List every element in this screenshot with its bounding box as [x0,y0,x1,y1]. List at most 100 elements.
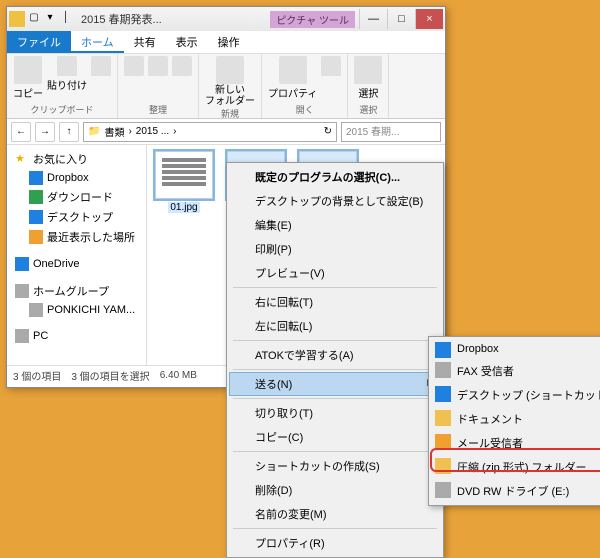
ctx-rotate-left[interactable]: 左に回転(L) [229,314,441,338]
nav-recent[interactable]: 最近表示した場所 [11,227,142,247]
nav-dropbox[interactable]: Dropbox [11,169,142,187]
status-selection: 3 個の項目を選択 [71,368,149,383]
separator [233,340,437,341]
breadcrumb[interactable]: 📁 書類 › 2015 ... › ↻ [83,122,337,142]
separator [233,528,437,529]
ribbon-tabs: ファイル ホーム 共有 表示 操作 [7,31,445,53]
move-button[interactable] [124,56,144,76]
nav-homegroup[interactable]: ホームグループ [11,281,142,301]
sendto-zip[interactable]: 圧縮 (zip 形式) フォルダー [431,455,600,479]
refresh-button[interactable]: ↻ [324,126,332,137]
user-icon [29,303,43,317]
file-item[interactable]: 01.jpg [153,151,215,213]
desktop-icon [29,210,43,224]
sendto-documents[interactable]: ドキュメント [431,407,600,431]
ribbon-group-organize: 整理 [118,54,199,118]
tab-view[interactable]: 表示 [166,31,208,53]
thumbnail-icon [155,151,213,199]
ctx-preview[interactable]: プレビュー(V) [229,261,441,285]
nav-fwd-button[interactable]: → [35,122,55,142]
ribbon-group-open: プロパティ 開く [262,54,348,118]
send-to-submenu: Dropbox FAX 受信者 デスクトップ (ショートカットを作成) ドキュメ… [428,336,600,506]
nav-onedrive[interactable]: OneDrive [11,255,142,273]
status-count: 3 個の項目 [13,368,61,383]
ctx-open-with[interactable]: 既定のプログラムの選択(C)... [229,165,441,189]
context-menu: 既定のプログラムの選択(C)... デスクトップの背景として設定(B) 編集(E… [226,162,444,558]
window-controls: — □ × [359,9,443,29]
paste-button[interactable]: 貼り付け [47,56,87,92]
contextual-tool-label: ピクチャ ツール [270,11,355,28]
separator [233,369,437,370]
documents-icon [435,410,451,426]
window-title: 2015 春期発表... [81,11,270,27]
nav-back-button[interactable]: ← [11,122,31,142]
ctx-rotate-right[interactable]: 右に回転(T) [229,290,441,314]
tab-manage[interactable]: 操作 [208,31,250,53]
sendto-mail[interactable]: メール受信者 [431,431,600,455]
download-icon [29,190,43,204]
nav-desktop[interactable]: デスクトップ [11,207,142,227]
ctx-send-to[interactable]: 送る(N)▶ [229,372,441,396]
separator [233,287,437,288]
ribbon-group-new: 新しい フォルダー 新規 [199,54,262,118]
properties-button[interactable]: プロパティ [268,56,317,100]
tab-file[interactable]: ファイル [7,31,71,53]
ctx-rename[interactable]: 名前の変更(M) [229,502,441,526]
ctx-edit[interactable]: 編集(E) [229,213,441,237]
tab-share[interactable]: 共有 [124,31,166,53]
ctx-shortcut[interactable]: ショートカットの作成(S) [229,454,441,478]
status-size: 6.40 MB [160,370,197,381]
cloud-icon [15,257,29,271]
folder-icon: 📁 [88,126,100,137]
nav-homegroup-user[interactable]: PONKICHI YAM... [11,301,142,319]
nav-downloads[interactable]: ダウンロード [11,187,142,207]
mail-icon [435,434,451,450]
sendto-fax[interactable]: FAX 受信者 [431,359,600,383]
quick-access-toolbar: ▢ ▾ │ [27,12,73,26]
ctx-atok[interactable]: ATOKで学習する(A) [229,343,441,367]
tab-home[interactable]: ホーム [71,31,124,53]
ctx-cut[interactable]: 切り取り(T) [229,401,441,425]
ribbon: コピー 貼り付け クリップボード 整理 新しい フォルダー 新規 プロパティ [7,53,445,119]
star-icon: ★ [15,152,29,166]
desktop-icon [435,386,451,402]
sendto-dvd[interactable]: DVD RW ドライブ (E:) [431,479,600,503]
breadcrumb-seg[interactable]: 2015 ... [136,126,169,137]
new-folder-button[interactable]: 新しい フォルダー [205,56,255,107]
qat-btn[interactable]: │ [59,12,73,26]
address-bar: ← → ↑ 📁 書類 › 2015 ... › ↻ 2015 春期... [7,119,445,145]
separator [233,451,437,452]
qat-btn[interactable]: ▢ [27,12,41,26]
rename-button[interactable] [172,56,192,76]
delete-button[interactable] [148,56,168,76]
ctx-copy[interactable]: コピー(C) [229,425,441,449]
nav-pc[interactable]: PC [11,327,142,345]
ctx-print[interactable]: 印刷(P) [229,237,441,261]
copy-button[interactable]: コピー [13,56,43,100]
qat-btn[interactable]: ▾ [43,12,57,26]
ctx-properties[interactable]: プロパティ(R) [229,531,441,555]
dropbox-icon [29,171,43,185]
maximize-button[interactable]: □ [387,9,415,29]
clipboard-extra[interactable] [91,56,111,76]
nav-up-button[interactable]: ↑ [59,122,79,142]
separator [233,398,437,399]
pc-icon [15,329,29,343]
open-extra[interactable] [321,56,341,76]
nav-pane: ★お気に入り Dropbox ダウンロード デスクトップ 最近表示した場所 On… [7,145,147,365]
minimize-button[interactable]: — [359,9,387,29]
ctx-set-background[interactable]: デスクトップの背景として設定(B) [229,189,441,213]
close-button[interactable]: × [415,9,443,29]
breadcrumb-seg[interactable]: 書類 [104,124,124,139]
ctx-delete[interactable]: 削除(D) [229,478,441,502]
zip-folder-icon [435,458,451,474]
select-button[interactable]: 選択 [354,56,382,100]
nav-favorites[interactable]: ★お気に入り [11,149,142,169]
ribbon-group-clipboard: コピー 貼り付け クリップボード [7,54,118,118]
sendto-dropbox[interactable]: Dropbox [431,339,600,359]
homegroup-icon [15,284,29,298]
search-input[interactable]: 2015 春期... [341,122,441,142]
fax-icon [435,362,451,378]
sendto-desktop[interactable]: デスクトップ (ショートカットを作成) [431,383,600,407]
titlebar: ▢ ▾ │ 2015 春期発表... ピクチャ ツール — □ × [7,7,445,31]
